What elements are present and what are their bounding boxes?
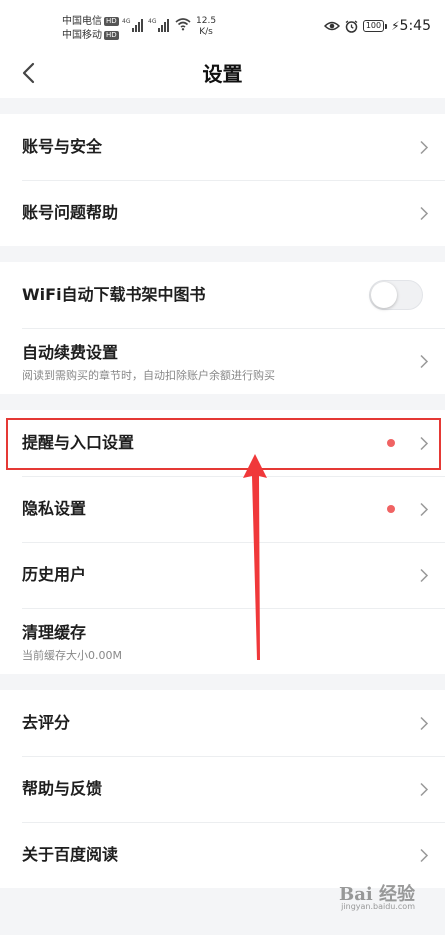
item-label: 清理缓存 [22, 623, 87, 642]
chevron-right-icon [420, 568, 429, 583]
item-label: WiFi自动下载书架中图书 [22, 285, 206, 304]
chevron-right-icon [420, 716, 429, 731]
carrier-info: 中国电信 HD 中国移动 HD [62, 15, 119, 43]
item-label: 自动续费设置 [22, 343, 119, 362]
status-bar: 中国电信 HD 中国移动 HD 4G 4G 12.5 K/s 100 ⚡5:45 [0, 0, 445, 50]
carrier-2: 中国移动 [62, 30, 102, 41]
nav-header: 设置 [0, 50, 445, 98]
settings-group-about: 去评分 帮助与反馈 关于百度阅读 [0, 690, 445, 888]
status-right: 100 ⚡5:45 [323, 18, 431, 34]
settings-item-account-help[interactable]: 账号问题帮助 [0, 180, 445, 246]
settings-item-auto-renew[interactable]: 自动续费设置 阅读到需购买的章节时，自动扣除账户余额进行购买 [0, 328, 445, 394]
item-label: 帮助与反馈 [22, 779, 103, 798]
carrier-1: 中国电信 [62, 16, 102, 27]
item-subtitle: 当前缓存大小0.00M [22, 649, 122, 662]
item-subtitle: 阅读到需购买的章节时，自动扣除账户余额进行购买 [22, 369, 275, 382]
annotation-arrow-icon [243, 454, 267, 660]
watermark-url: jingyan.baidu.com [341, 902, 415, 911]
settings-item-rate[interactable]: 去评分 [0, 690, 445, 756]
signal-icon: 4G [122, 18, 144, 32]
settings-item-help-feedback[interactable]: 帮助与反馈 [0, 756, 445, 822]
settings-group-account: 账号与安全 账号问题帮助 [0, 114, 445, 246]
chevron-right-icon [420, 782, 429, 797]
settings-item-privacy[interactable]: 隐私设置 [0, 476, 445, 542]
highlight-box [6, 418, 441, 470]
item-label: 去评分 [22, 713, 71, 732]
hd-badge: HD [104, 31, 119, 40]
battery-icon: 100 [362, 20, 388, 32]
red-dot-badge [387, 505, 395, 513]
toggle-knob [371, 282, 397, 308]
alarm-icon [345, 19, 358, 33]
settings-item-wifi-download: WiFi自动下载书架中图书 [0, 262, 445, 328]
chevron-right-icon [420, 502, 429, 517]
wifi-icon [175, 18, 191, 31]
charging-icon: ⚡5:45 [391, 18, 431, 34]
settings-item-account-security[interactable]: 账号与安全 [0, 114, 445, 180]
wifi-download-toggle[interactable] [369, 280, 423, 310]
chevron-right-icon [420, 140, 429, 155]
signal-icon: 4G [148, 18, 170, 32]
item-label: 关于百度阅读 [22, 845, 119, 864]
chevron-right-icon [420, 848, 429, 863]
hd-badge: HD [104, 17, 119, 26]
settings-item-clear-cache[interactable]: 清理缓存 当前缓存大小0.00M [0, 608, 445, 674]
settings-group-reading: WiFi自动下载书架中图书 自动续费设置 阅读到需购买的章节时，自动扣除账户余额… [0, 262, 445, 394]
settings-item-about[interactable]: 关于百度阅读 [0, 822, 445, 888]
network-type: 4G [122, 18, 131, 25]
page-title: 设置 [202, 62, 243, 86]
item-label: 隐私设置 [22, 499, 87, 518]
item-label: 账号与安全 [22, 137, 103, 156]
chevron-right-icon [420, 206, 429, 221]
network-type: 4G [148, 18, 157, 25]
eye-icon [323, 21, 340, 31]
chevron-right-icon [420, 354, 429, 369]
clock: 5:45 [399, 18, 431, 34]
settings-item-history-users[interactable]: 历史用户 [0, 542, 445, 608]
network-speed: 12.5 K/s [196, 16, 217, 37]
item-label: 账号问题帮助 [22, 203, 119, 222]
watermark: Bai 经验 jingyan.baidu.com [339, 880, 415, 911]
item-label: 历史用户 [22, 565, 87, 584]
